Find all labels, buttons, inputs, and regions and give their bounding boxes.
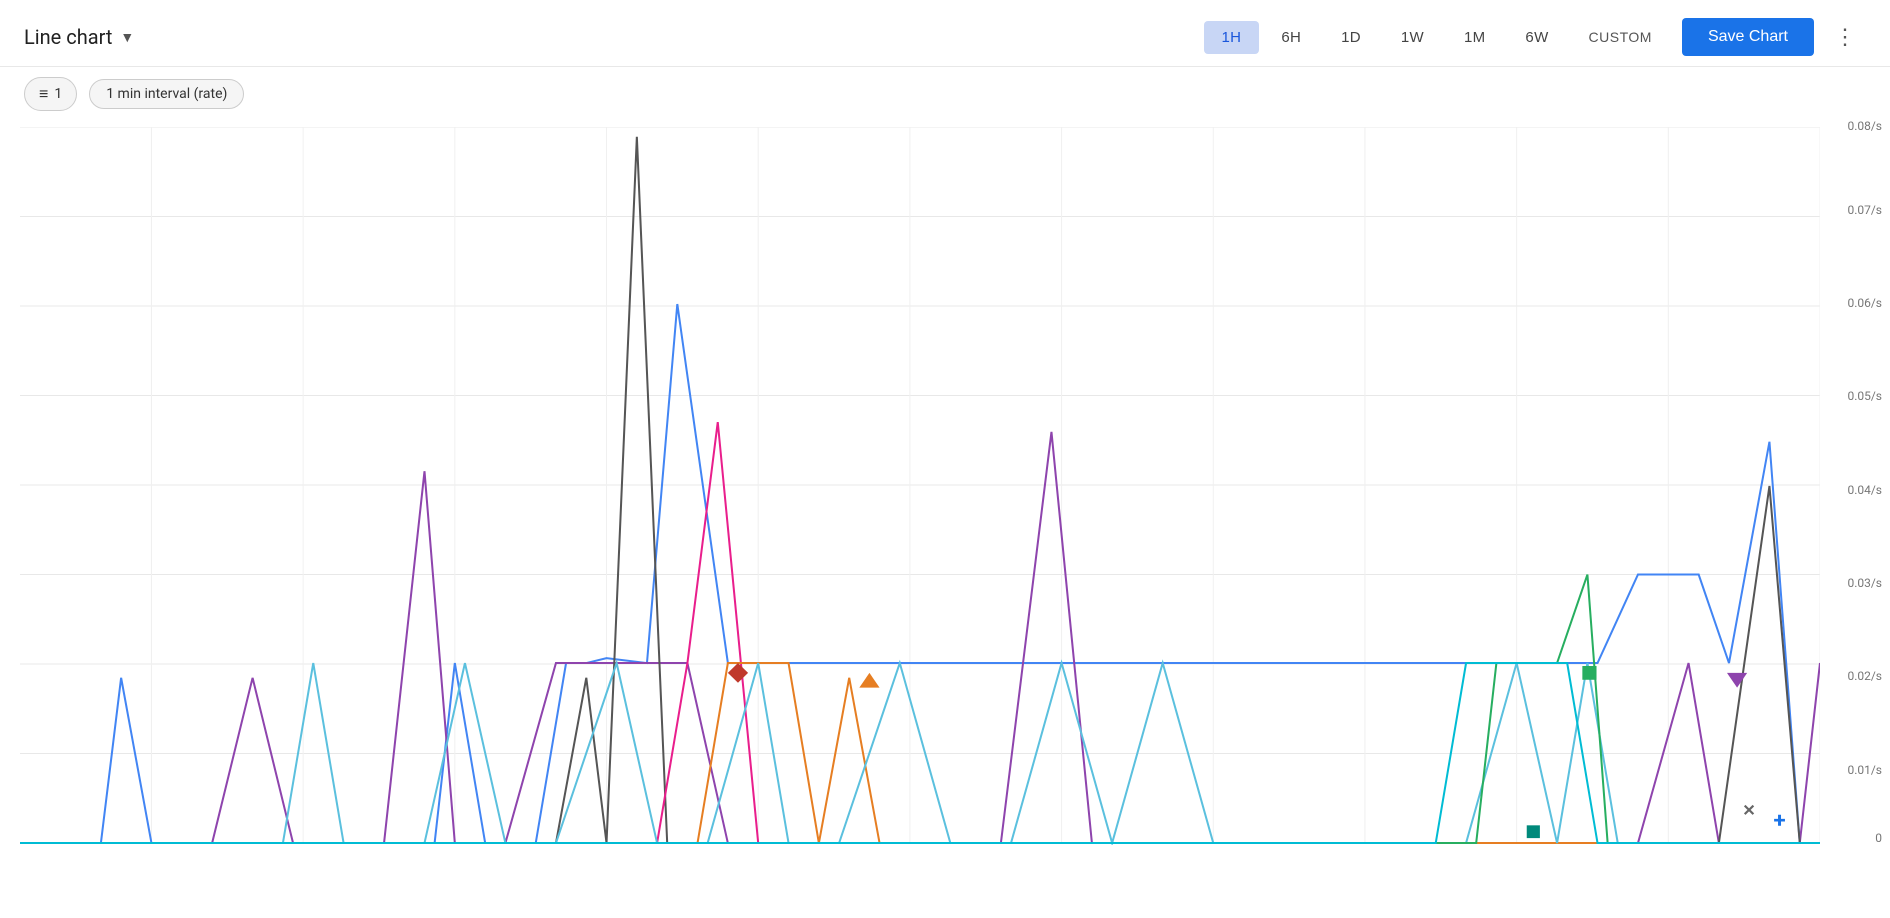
time-btn-1h[interactable]: 1H bbox=[1204, 21, 1260, 54]
filter-button[interactable]: ≡ 1 bbox=[24, 77, 77, 111]
time-btn-1d[interactable]: 1D bbox=[1323, 21, 1379, 54]
time-btn-1m[interactable]: 1M bbox=[1446, 21, 1503, 54]
y-label-006: 0.06/s bbox=[1847, 296, 1882, 310]
cross-marker-blue: + bbox=[1773, 809, 1785, 834]
purple-line bbox=[20, 432, 1820, 843]
y-label-001: 0.01/s bbox=[1847, 763, 1882, 777]
line-chart-svg: + ✕ UTC-5 11:50 AM 11:55 AM 12:00 PM 12:… bbox=[20, 127, 1820, 845]
dropdown-icon: ▼ bbox=[120, 29, 134, 46]
filter-count: 1 bbox=[54, 86, 62, 102]
time-btn-6w[interactable]: 6W bbox=[1507, 21, 1566, 54]
y-label-004: 0.04/s bbox=[1847, 483, 1882, 497]
y-label-002: 0.02/s bbox=[1847, 669, 1882, 683]
more-options-button[interactable]: ⋮ bbox=[1826, 20, 1866, 54]
time-btn-6h[interactable]: 6H bbox=[1263, 21, 1319, 54]
diamond-marker-pink bbox=[728, 663, 748, 683]
top-bar: Line chart ▼ 1H 6H 1D 1W 1M 6W CUSTOM Sa… bbox=[0, 0, 1890, 67]
chart-type-selector[interactable]: Line chart ▼ bbox=[24, 25, 134, 49]
chart-area: 0.08/s 0.07/s 0.06/s 0.05/s 0.04/s 0.03/… bbox=[0, 117, 1890, 895]
save-chart-button[interactable]: Save Chart bbox=[1682, 18, 1814, 56]
y-label-007: 0.07/s bbox=[1847, 203, 1882, 217]
triangle-marker-orange bbox=[859, 673, 879, 688]
filter-icon: ≡ bbox=[39, 84, 48, 104]
sub-bar: ≡ 1 1 min interval (rate) bbox=[0, 67, 1890, 117]
time-btn-1w[interactable]: 1W bbox=[1383, 21, 1442, 54]
time-controls: 1H 6H 1D 1W 1M 6W CUSTOM Save Chart ⋮ bbox=[1204, 18, 1866, 56]
square-marker-teal bbox=[1527, 825, 1540, 838]
x-marker-gray: ✕ bbox=[1742, 801, 1756, 820]
blue-line bbox=[20, 304, 1820, 843]
chart-type-label: Line chart bbox=[24, 25, 112, 49]
time-btn-custom[interactable]: CUSTOM bbox=[1571, 21, 1670, 53]
square-marker-green bbox=[1582, 666, 1596, 680]
y-label-005: 0.05/s bbox=[1847, 389, 1882, 403]
y-label-0: 0 bbox=[1875, 831, 1882, 845]
y-label-003: 0.03/s bbox=[1847, 576, 1882, 590]
interval-button[interactable]: 1 min interval (rate) bbox=[89, 79, 244, 109]
y-label-008: 0.08/s bbox=[1847, 119, 1882, 133]
triangle-marker-purple bbox=[1727, 673, 1747, 688]
